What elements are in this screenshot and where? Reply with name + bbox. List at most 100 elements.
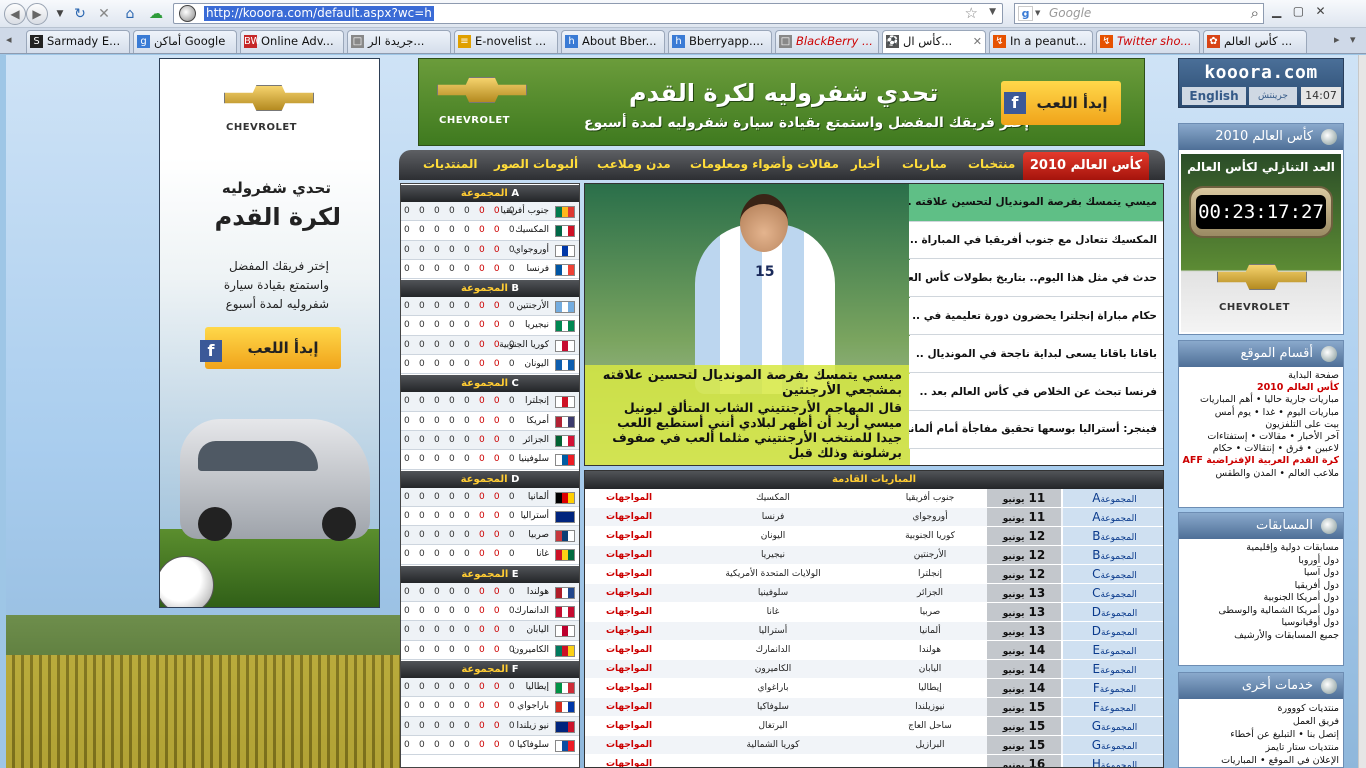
world-cup-header[interactable]: كأس العالم 2010 xyxy=(1179,124,1343,150)
browser-tab[interactable]: □ BlackBerry ... xyxy=(775,30,879,53)
site-section-link[interactable]: مباريات جارية حاليا • أهم المباريات xyxy=(1181,394,1339,406)
match-group[interactable]: المجموعةE xyxy=(1063,641,1163,659)
match-group[interactable]: المجموعةB xyxy=(1063,546,1163,564)
browser-tab[interactable]: ↯ Twitter sho... xyxy=(1096,30,1200,53)
group-team-row[interactable]: 0 0 0 0 0 0 0 0 اليونان xyxy=(401,355,579,375)
forward-button[interactable]: ▶ xyxy=(26,3,48,25)
left-banner-ad[interactable]: CHEVROLET تحدي شفروليه لكرة القدم إختر ف… xyxy=(159,58,380,608)
match-home-team[interactable]: إيطاليا xyxy=(875,679,985,697)
match-row[interactable]: المجموعةD 13يونيو صربيا غانا المواجهات xyxy=(585,603,1163,622)
match-vs-link[interactable]: المواجهات xyxy=(587,698,671,716)
match-away-team[interactable]: المكسيك xyxy=(673,489,873,507)
group-team-row[interactable]: 0 0 0 0 0 0 0 0 نيو زيلندا xyxy=(401,716,579,736)
team-name[interactable]: نيجيريا xyxy=(525,316,549,334)
browser-tab[interactable]: BW Online Adv... xyxy=(240,30,344,53)
service-link[interactable]: منتديات كووورة xyxy=(1181,702,1339,715)
nav-item[interactable]: مقالات وأضواء ومعلومات xyxy=(690,157,839,171)
match-vs-link[interactable]: المواجهات xyxy=(587,755,671,767)
match-away-team[interactable]: البرتغال xyxy=(673,717,873,735)
group-team-row[interactable]: 0 0 0 0 0 0 0 0 أمريكا xyxy=(401,412,579,431)
team-name[interactable]: الجزائر xyxy=(523,431,549,449)
match-vs-link[interactable]: المواجهات xyxy=(587,546,671,564)
competition-link[interactable]: دول أوروبا xyxy=(1181,555,1339,568)
services-header[interactable]: خدمات أخرى xyxy=(1179,673,1343,699)
search-box[interactable]: g ▼ Google ⌕ xyxy=(1014,3,1264,24)
ad-play-button[interactable]: إبدأ اللعب xyxy=(205,327,341,369)
group-team-row[interactable]: 0 0 0 0 0 0 0 0 صربيا xyxy=(401,526,579,546)
match-row[interactable]: المجموعةE 14يونيو اليابان الكاميرون المواجها… xyxy=(585,660,1163,679)
match-vs-link[interactable]: المواجهات xyxy=(587,603,671,621)
site-logo[interactable]: kooora.com English جرينتش 14:07 xyxy=(1178,58,1344,108)
team-name[interactable]: أوروجواي xyxy=(514,241,549,259)
match-row[interactable]: المجموعةH 16يونيو المواجهات xyxy=(585,755,1163,767)
headline-item[interactable]: فينجر: أستراليا بوسعها تحقيق مفاجأة أمام… xyxy=(909,411,1163,449)
bookmark-star-icon[interactable]: ☆ xyxy=(965,4,978,22)
english-link[interactable]: English xyxy=(1182,87,1246,105)
countdown-ad[interactable]: العد التنازلي لكأس العالم 00:23:17:27 CH… xyxy=(1181,154,1341,332)
match-row[interactable]: المجموعةE 14يونيو هولندا الدانمارك المواجهات xyxy=(585,641,1163,660)
match-vs-link[interactable]: المواجهات xyxy=(587,679,671,697)
match-home-team[interactable]: نيوزيلندا xyxy=(875,698,985,716)
team-name[interactable]: أستراليا xyxy=(521,507,549,525)
match-home-team[interactable]: ألمانيا xyxy=(875,622,985,640)
group-team-row[interactable]: 0 0 0 0 0 0 0 0 هولندا xyxy=(401,582,579,603)
group-team-row[interactable]: 0 0 0 0 0 0 0 0 سلوفاكيا xyxy=(401,736,579,756)
match-vs-link[interactable]: المواجهات xyxy=(587,736,671,754)
match-home-team[interactable]: اليابان xyxy=(875,660,985,678)
headline-item[interactable]: حدث في مثل هذا اليوم.. بتاريخ بطولات كأس… xyxy=(909,259,1163,298)
match-row[interactable]: المجموعةD 13يونيو ألمانيا أستراليا المواجهات xyxy=(585,622,1163,641)
browser-tab[interactable]: h About Bber... xyxy=(561,30,665,53)
match-away-team[interactable]: فرنسا xyxy=(673,508,873,526)
match-row[interactable]: المجموعةC 12يونيو إنجلترا الولايات المتحدة … xyxy=(585,565,1163,584)
top-banner-ad[interactable]: CHEVROLET تحدي شفروليه لكرة القدم إختر ف… xyxy=(418,58,1145,146)
featured-photo[interactable]: 15 ميسي يتمسك بفرصة المونديال لتحسين علا… xyxy=(585,184,910,465)
group-team-row[interactable]: 0 0 0 0 0 0 0 0 كوريا الجنوبية xyxy=(401,335,579,356)
team-name[interactable]: فرنسا xyxy=(526,260,549,278)
group-header[interactable]: المجموعة D xyxy=(401,470,579,488)
headline-item[interactable]: فرنسا تبحث عن الخلاص في كأس العالم بعد .… xyxy=(909,373,1163,412)
headline-item[interactable]: المكسيك تتعادل مع جنوب أفريقيا في المبار… xyxy=(909,221,1163,260)
site-section-link[interactable]: كرة القدم العربية الإفتراضية AFF xyxy=(1181,455,1339,467)
group-team-row[interactable]: 0 0 0 0 0 0 0 0 الكاميرون xyxy=(401,641,579,660)
match-vs-link[interactable]: المواجهات xyxy=(587,565,671,583)
team-name[interactable]: الكاميرون xyxy=(513,641,549,659)
team-name[interactable]: ألمانيا xyxy=(528,488,549,506)
match-home-team[interactable]: جنوب أفريقيا xyxy=(875,489,985,507)
match-home-team[interactable]: البرازيل xyxy=(875,736,985,754)
home-icon[interactable]: ⌂ xyxy=(120,4,140,24)
browser-tab[interactable]: g أماكن Google xyxy=(133,30,237,53)
nav-item-world-cup[interactable]: كأس العالم 2010 xyxy=(1023,152,1149,180)
browser-tab[interactable]: ✿ كأس العالم ... xyxy=(1203,30,1307,53)
match-group[interactable]: المجموعةH xyxy=(1063,755,1163,767)
match-row[interactable]: المجموعةA 11يونيو أوروجواي فرنسا المواجهات xyxy=(585,508,1163,527)
match-group[interactable]: المجموعةB xyxy=(1063,527,1163,545)
match-vs-link[interactable]: المواجهات xyxy=(587,527,671,545)
team-name[interactable]: جنوب أفريقيا xyxy=(500,202,549,220)
match-group[interactable]: المجموعةG xyxy=(1063,736,1163,754)
group-team-row[interactable]: 0 0 0 0 0 0 0 0 الأرجنتين xyxy=(401,297,579,317)
group-header[interactable]: المجموعة A xyxy=(401,185,579,202)
service-link[interactable]: منتديات ستار تايمز xyxy=(1181,741,1339,754)
team-name[interactable]: نيو زيلندا xyxy=(516,717,549,735)
group-team-row[interactable]: 0 0 0 0 0 0 0 0 أستراليا xyxy=(401,507,579,527)
tab-close-icon[interactable]: ✕ xyxy=(973,31,982,52)
page-scrollbar[interactable] xyxy=(1358,55,1366,768)
match-away-team[interactable]: كوريا الشمالية xyxy=(673,736,873,754)
match-home-team[interactable]: كوريا الجنوبية xyxy=(875,527,985,545)
match-away-team[interactable]: نيجيريا xyxy=(673,546,873,564)
team-name[interactable]: اليابان xyxy=(526,621,549,639)
feed-icon[interactable]: ☁ xyxy=(146,4,166,24)
featured-caption[interactable]: ميسي يتمسك بفرصة المونديال لتحسين علاقته… xyxy=(585,365,910,465)
browser-tab[interactable]: S Sarmady E... xyxy=(26,30,130,53)
group-header[interactable]: المجموعة B xyxy=(401,280,579,298)
team-name[interactable]: المكسيك xyxy=(515,221,549,239)
group-team-row[interactable]: 0 0 0 0 0 0 0 0 ألمانيا xyxy=(401,487,579,507)
reload-icon[interactable]: ↻ xyxy=(70,4,90,24)
match-group[interactable]: المجموعةC xyxy=(1063,565,1163,583)
team-name[interactable]: الأرجنتين xyxy=(516,297,549,315)
team-name[interactable]: هولندا xyxy=(527,583,549,601)
match-row[interactable]: المجموعةB 12يونيو الأرجنتين نيجيريا المواجها… xyxy=(585,546,1163,565)
engine-dropdown-icon[interactable]: ▼ xyxy=(1035,9,1040,17)
match-group[interactable]: المجموعةC xyxy=(1063,584,1163,602)
match-row[interactable]: المجموعةB 12يونيو كوريا الجنوبية اليونان الم… xyxy=(585,527,1163,546)
